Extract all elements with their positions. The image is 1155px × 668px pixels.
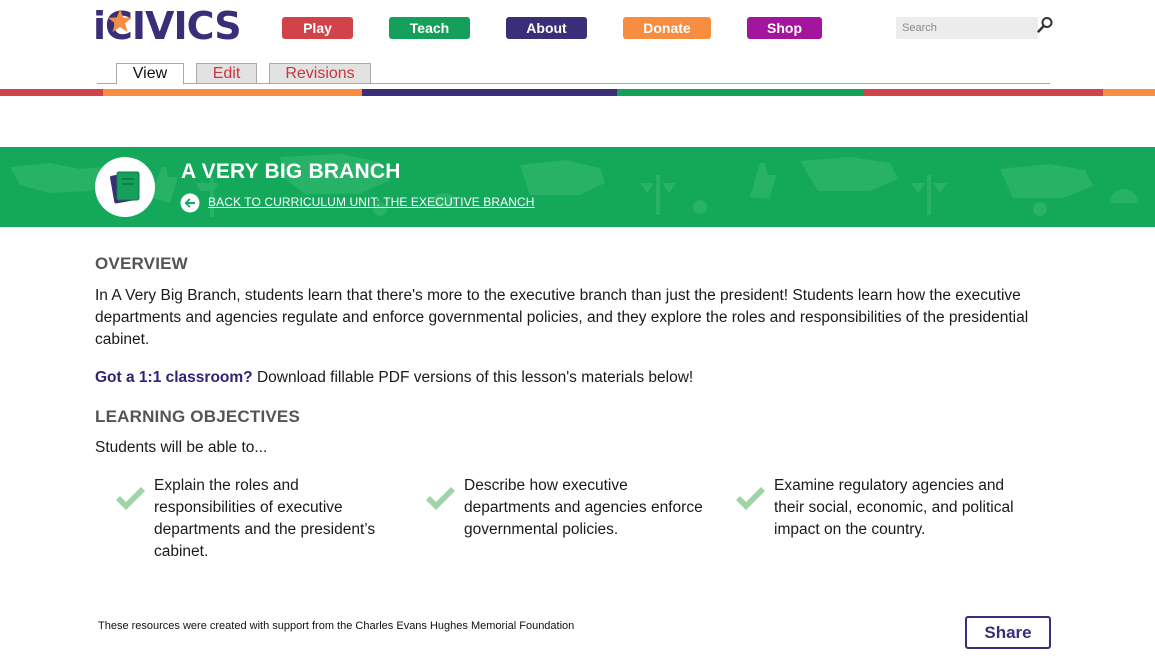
- color-stripe-red-2: [863, 89, 1103, 96]
- color-stripe-green: [617, 89, 863, 96]
- color-stripe-orange-2: [1103, 89, 1155, 96]
- book-icon: [110, 171, 140, 204]
- check-icon: [116, 487, 145, 510]
- logo-star-icon: [108, 9, 132, 32]
- tab-revisions[interactable]: Revisions: [269, 63, 371, 84]
- nav-teach-button[interactable]: Teach: [389, 17, 470, 39]
- search-box: [896, 17, 1038, 39]
- objective-item-2: Describe how executive departments and a…: [464, 477, 703, 538]
- color-stripe-orange: [103, 89, 362, 96]
- nav-shop-button[interactable]: Shop: [747, 17, 822, 39]
- banner-pattern-decoration: [10, 154, 1138, 217]
- lesson-banner: [0, 147, 1155, 227]
- overview-heading: OVERVIEW: [95, 254, 188, 273]
- back-arrow-icon[interactable]: [180, 193, 200, 213]
- search-icon[interactable]: [1036, 16, 1054, 34]
- nav-play-button[interactable]: Play: [282, 17, 353, 39]
- objectives-intro: Students will be able to...: [95, 439, 268, 456]
- objectives-heading: LEARNING OBJECTIVES: [95, 407, 300, 426]
- color-stripe-red: [0, 89, 103, 96]
- tab-edit[interactable]: Edit: [196, 63, 257, 84]
- lesson-title: A VERY BIG BRANCH: [181, 160, 401, 183]
- one-to-one-note: Got a 1:1 classroom? Download fillable P…: [95, 367, 995, 389]
- one-to-one-label: Got a 1:1 classroom?: [95, 369, 253, 386]
- search-input[interactable]: [896, 17, 1038, 39]
- objective-item-3: Examine regulatory agencies and their so…: [774, 477, 1014, 538]
- one-to-one-text: Download fillable PDF versions of this l…: [252, 369, 694, 386]
- color-stripe-purple: [362, 89, 617, 96]
- back-to-unit-link[interactable]: BACK TO CURRICULUM UNIT: THE EXECUTIVE B…: [208, 195, 535, 209]
- objective-item-1: Explain the roles and responsibilities o…: [154, 477, 376, 560]
- icivics-logo[interactable]: iCIVICS: [93, 6, 251, 46]
- check-icon: [426, 487, 455, 510]
- tab-view[interactable]: View: [116, 63, 184, 85]
- nav-donate-button[interactable]: Donate: [623, 17, 711, 39]
- overview-text: In A Very Big Branch, students learn tha…: [95, 287, 1029, 348]
- nav-about-button[interactable]: About: [506, 17, 587, 39]
- share-button[interactable]: Share: [965, 616, 1051, 649]
- support-note: These resources were created with suppor…: [98, 620, 575, 632]
- check-icon: [736, 487, 765, 510]
